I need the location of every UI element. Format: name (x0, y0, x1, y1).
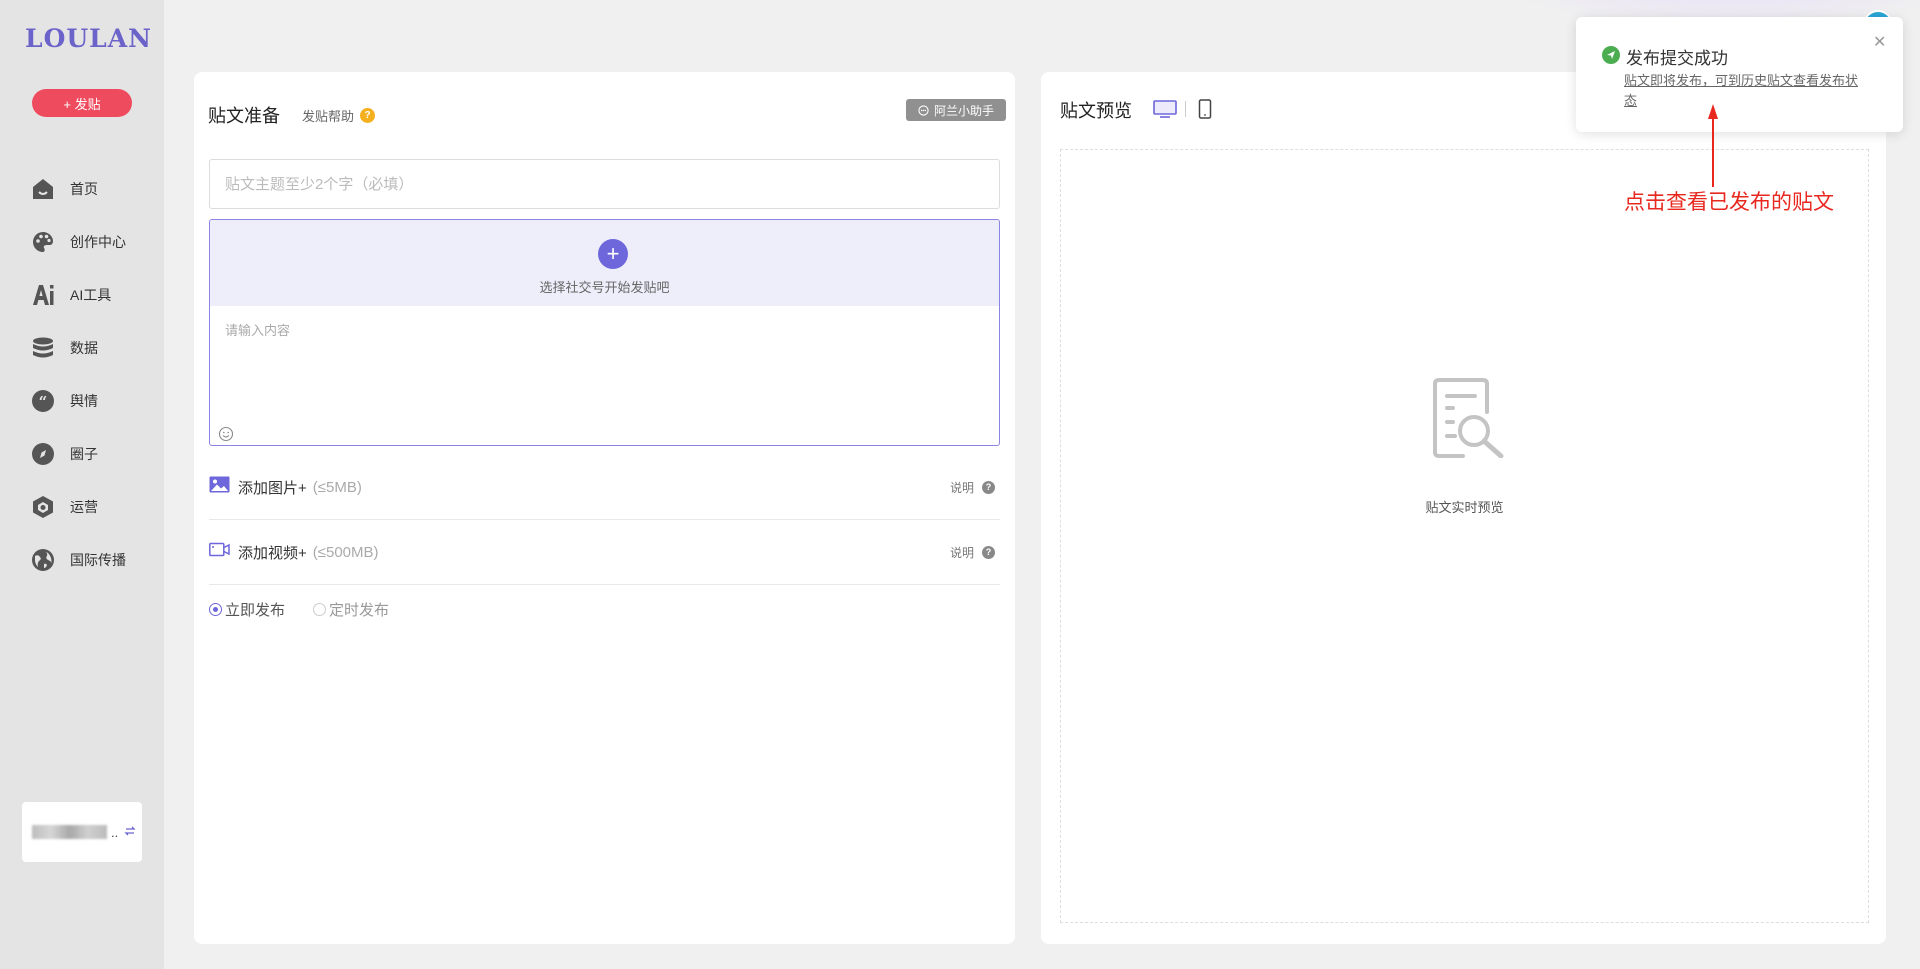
help-icon: ? (982, 545, 995, 559)
image-size-limit: (≤5MB) (312, 478, 362, 496)
post-editor: + 选择社交号开始发贴吧 (209, 219, 1000, 446)
home-icon (30, 176, 56, 202)
sidebar-item-ai-tools[interactable]: AI工具 (30, 268, 126, 321)
radio-checked-icon (209, 603, 222, 616)
preview-area: 贴文实时预览 (1060, 149, 1869, 923)
document-search-icon (1427, 378, 1507, 463)
sidebar-item-creation-center[interactable]: 创作中心 (30, 215, 126, 268)
help-icon: ? (982, 480, 995, 494)
account-name-blurred (32, 825, 107, 839)
sidebar-item-label: 数据 (70, 339, 98, 356)
globe-icon (30, 547, 56, 573)
hexagon-icon (30, 494, 56, 520)
send-success-icon (1602, 46, 1620, 64)
annotation-arrow (1708, 104, 1718, 187)
select-account-hint: 选择社交号开始发贴吧 (539, 280, 670, 295)
close-icon[interactable]: ✕ (1873, 32, 1886, 52)
radio-unchecked-icon (313, 603, 327, 616)
sidebar-item-label: 运营 (70, 498, 98, 515)
logo[interactable]: LOULAN (25, 24, 152, 53)
svg-text:“: “ (39, 393, 48, 411)
sidebar-item-label: 国际传播 (70, 551, 126, 568)
sidebar-item-label: 圈子 (70, 445, 98, 462)
sidebar-item-data[interactable]: 数据 (30, 321, 126, 374)
chat-icon (918, 104, 929, 116)
assistant-button[interactable]: 阿兰小助手 (906, 99, 1006, 121)
quote-icon: “ (30, 388, 56, 414)
image-help-link[interactable]: 说明 ? (950, 479, 1000, 496)
sidebar-item-home[interactable]: 首页 (30, 162, 126, 215)
preview-empty-text: 贴文实时预览 (1425, 500, 1504, 515)
add-image-row: 添加图片+ (≤5MB) 说明 ? (209, 455, 1000, 520)
sidebar-item-label: 舆情 (70, 392, 98, 409)
notification-title: 发布提交成功 (1626, 49, 1728, 68)
sidebar-item-label: 创作中心 (70, 233, 126, 250)
sidebar-item-label: 首页 (70, 180, 98, 197)
video-help-label: 说明 (949, 545, 974, 560)
publish-now-radio[interactable]: 立即发布 (209, 599, 285, 620)
emoji-icon[interactable] (218, 426, 234, 445)
mobile-icon[interactable] (1198, 99, 1212, 124)
assistant-label: 阿兰小助手 (933, 103, 994, 118)
compass-icon (30, 441, 56, 467)
post-help-link[interactable]: 发贴帮助 ? (302, 106, 376, 125)
account-switcher[interactable]: .. (22, 802, 142, 862)
publish-mode-group: 立即发布 定时发布 (209, 599, 417, 620)
add-account-icon[interactable]: + (598, 239, 628, 269)
video-help-link[interactable]: 说明 ? (950, 544, 1000, 561)
image-icon (209, 476, 230, 498)
post-editor-panel: 贴文准备 发贴帮助 ? 阿兰小助手 + 选择社交号开始发贴吧 添加图片+ (≤5… (194, 72, 1015, 944)
panel-title: 贴文准备 (208, 106, 280, 126)
video-size-limit: (≤500MB) (312, 543, 379, 561)
database-icon (30, 335, 56, 361)
view-history-link[interactable]: 贴文即将发布，可到历史贴文查看发布状态 (1624, 71, 1869, 111)
publish-now-label: 立即发布 (225, 602, 286, 619)
palette-icon (30, 229, 56, 255)
sidebar-item-international[interactable]: 国际传播 (30, 533, 126, 586)
switch-icon[interactable] (124, 825, 136, 840)
sidebar-nav: 首页 创作中心 AI工具 数据 “ 舆情 圈子 运营 国际传播 (30, 162, 126, 586)
add-video-row: 添加视频+ (≤500MB) 说明 ? (209, 520, 1000, 585)
image-help-label: 说明 (949, 480, 974, 495)
desktop-icon[interactable] (1153, 99, 1177, 124)
sidebar: LOULAN + 发贴 首页 创作中心 AI工具 数据 “ 舆情 圈子 运营 国… (0, 0, 164, 969)
post-content-input[interactable] (210, 306, 999, 426)
sidebar-item-circles[interactable]: 圈子 (30, 427, 126, 480)
preview-title: 贴文预览 (1060, 101, 1132, 121)
scheduled-publish-label: 定时发布 (329, 602, 390, 619)
device-divider (1185, 101, 1186, 117)
success-notification: 发布提交成功 贴文即将发布，可到历史贴文查看发布状态 ✕ (1576, 17, 1903, 132)
add-video-button[interactable]: 添加视频+ (238, 542, 307, 563)
video-icon (209, 541, 230, 563)
annotation-text: 点击查看已发布的贴文 (1624, 191, 1834, 214)
help-icon: ? (360, 108, 376, 123)
select-account-area[interactable]: + 选择社交号开始发贴吧 (210, 220, 999, 306)
sidebar-item-operations[interactable]: 运营 (30, 480, 126, 533)
sidebar-item-label: AI工具 (70, 286, 112, 303)
sidebar-item-public-opinion[interactable]: “ 舆情 (30, 374, 126, 427)
scheduled-publish-radio[interactable]: 定时发布 (313, 599, 389, 620)
post-title-input[interactable] (209, 159, 1000, 209)
post-help-label: 发贴帮助 (302, 109, 355, 124)
new-post-button[interactable]: + 发贴 (32, 89, 132, 117)
add-image-button[interactable]: 添加图片+ (238, 477, 307, 498)
ai-icon (30, 282, 56, 308)
account-name-suffix: .. (111, 824, 119, 840)
